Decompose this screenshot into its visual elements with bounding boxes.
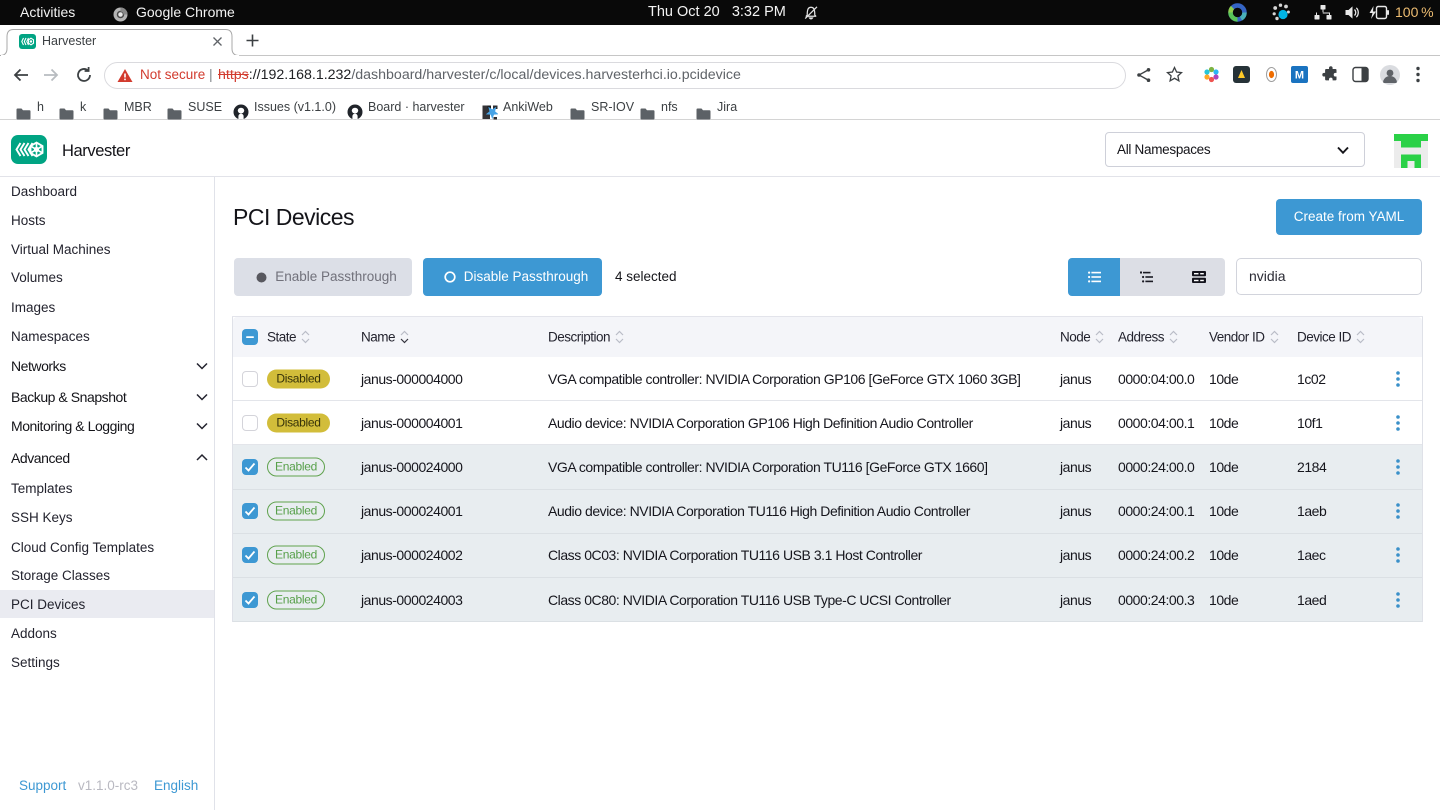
svg-text:M: M — [1295, 70, 1304, 82]
